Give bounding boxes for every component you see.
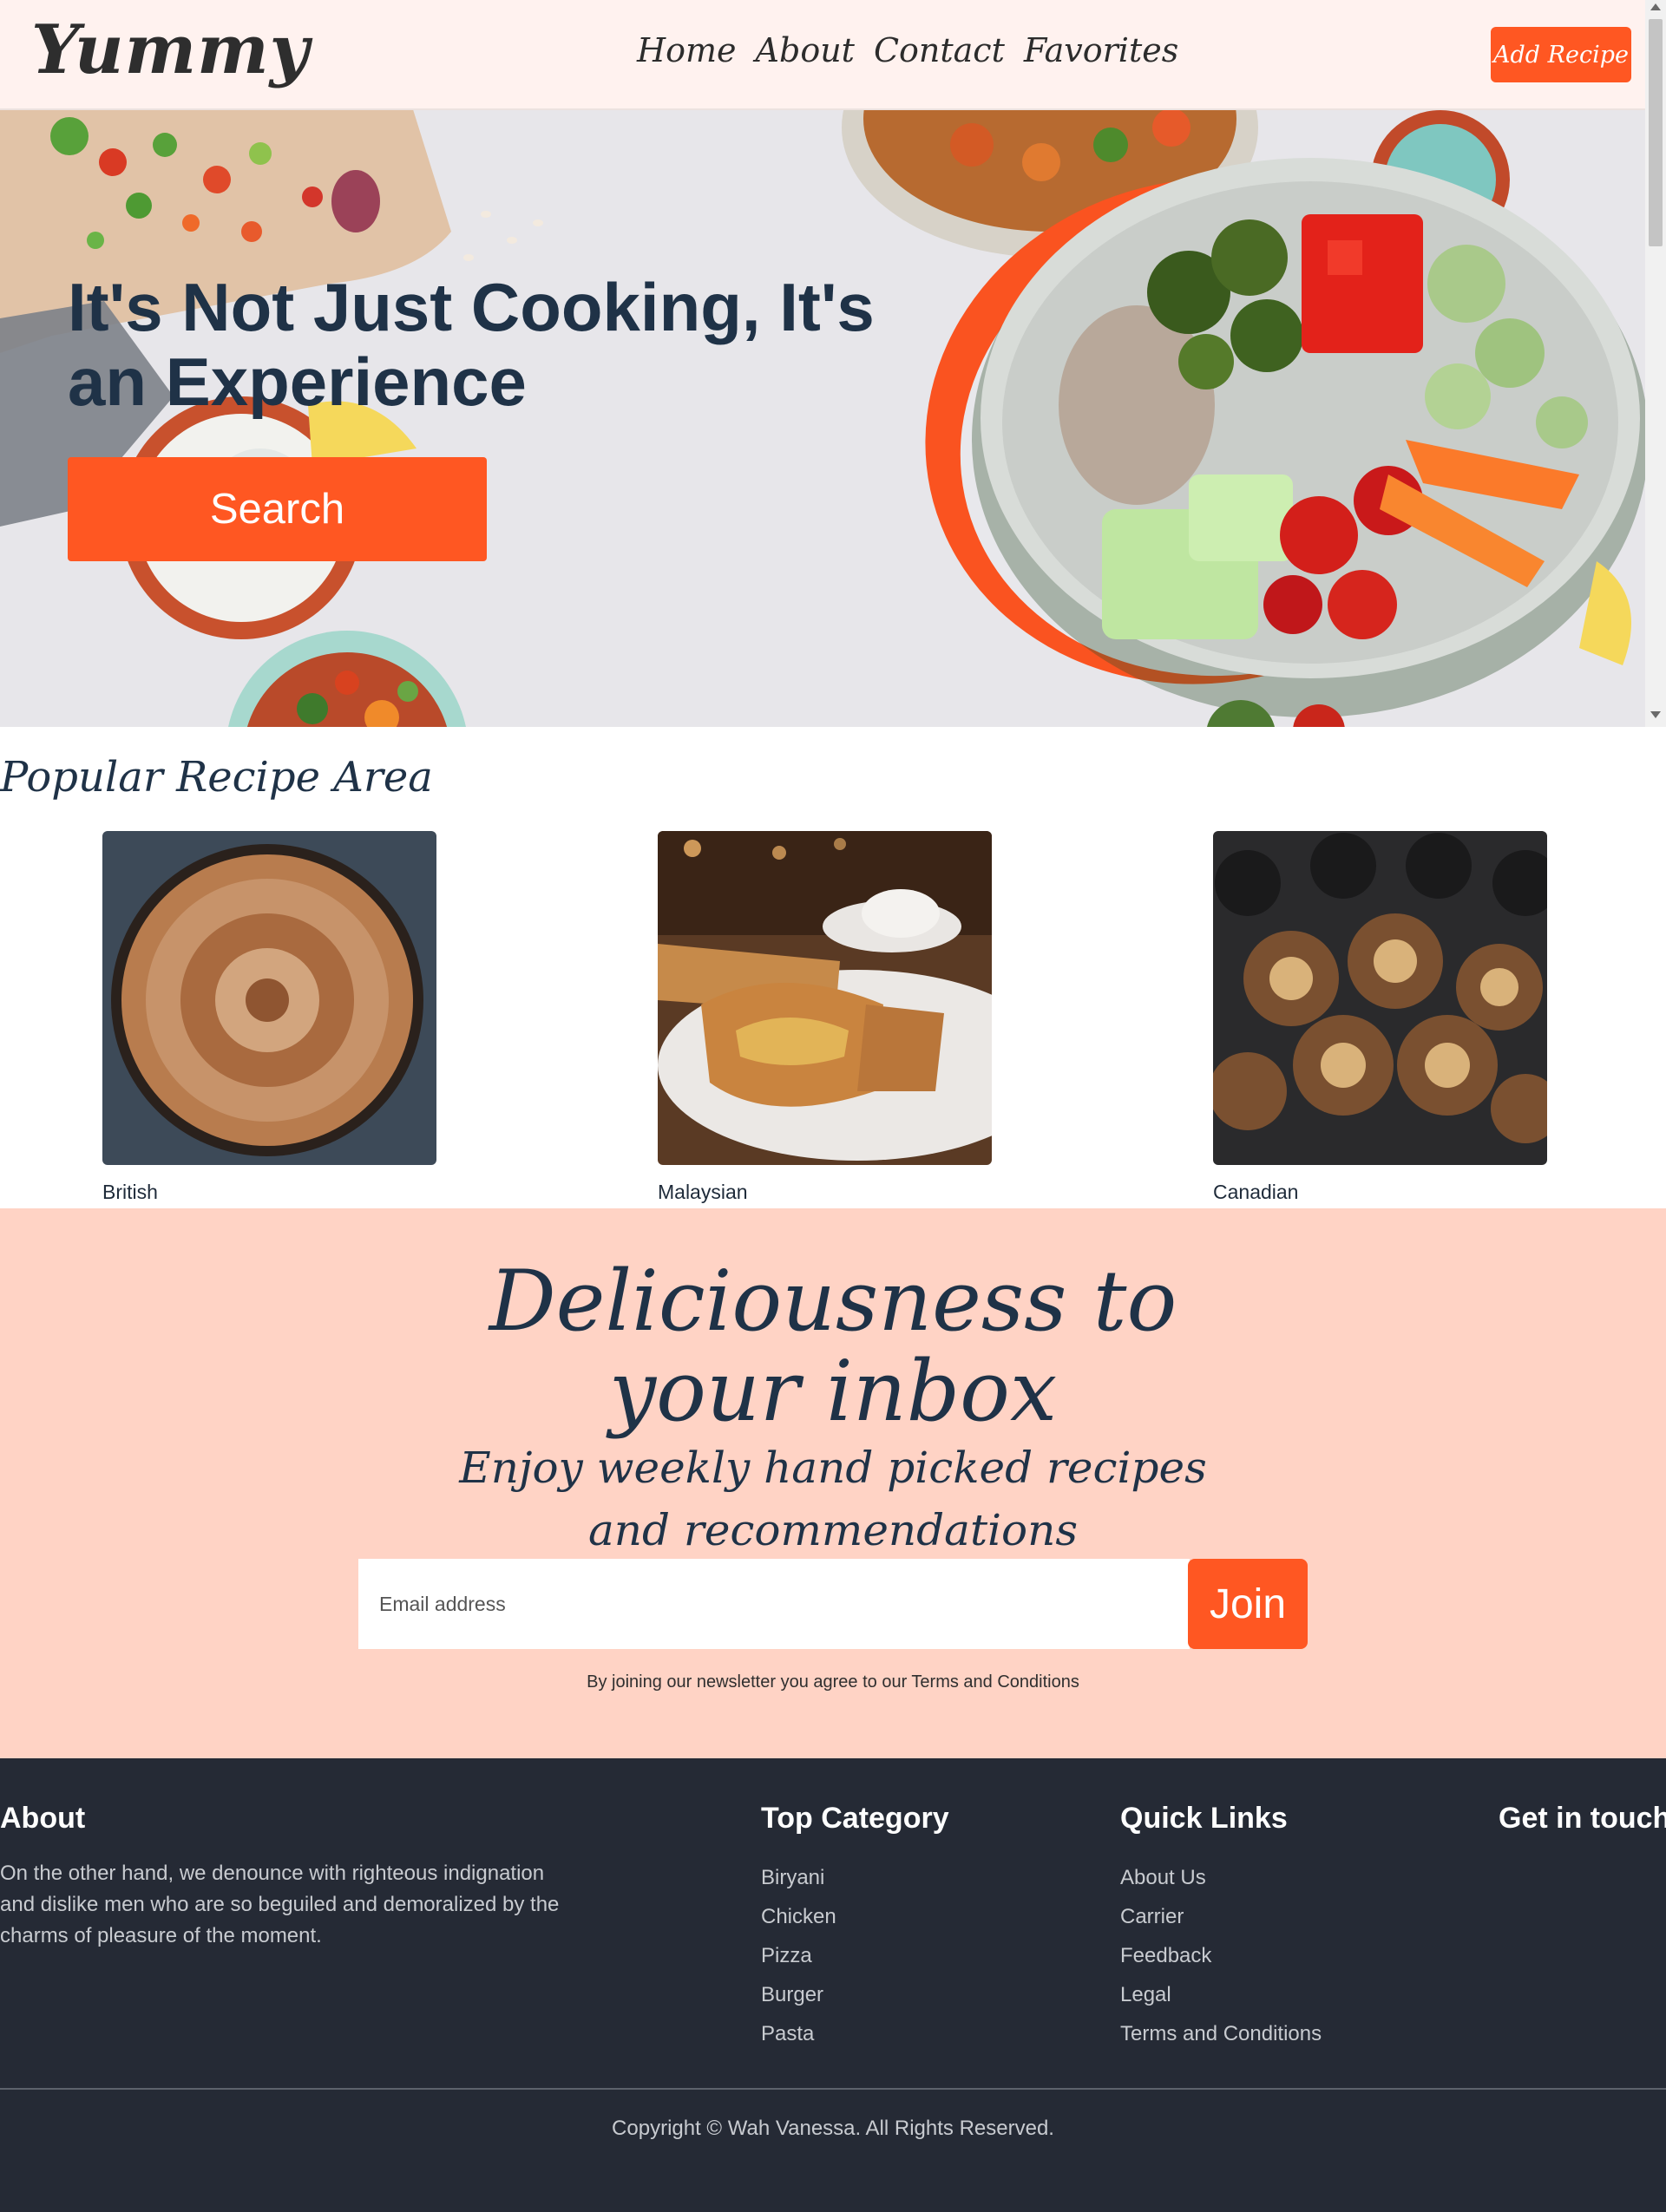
salad-bowl <box>972 158 1645 717</box>
quick-links-list: About Us Carrier Feedback Legal Terms an… <box>1120 1858 1322 2053</box>
logo[interactable]: Yummy <box>31 10 310 89</box>
join-button[interactable]: Join <box>1188 1559 1308 1649</box>
quick-link[interactable]: Carrier <box>1120 1897 1322 1936</box>
footer-quick-links-heading: Quick Links <box>1120 1802 1288 1835</box>
newsletter-section: Deliciousness to your inbox Enjoy weekly… <box>0 1208 1666 1758</box>
hero-title: It's Not Just Cooking, It's an Experienc… <box>68 269 875 420</box>
footer-quick-links: Quick Links About Us Carrier Feedback Le… <box>1120 1802 1322 2053</box>
newsletter-subtitle: Enjoy weekly hand picked recipes and rec… <box>0 1436 1666 1561</box>
hero-section: It's Not Just Cooking, It's an Experienc… <box>0 110 1645 727</box>
footer-get-in-touch-heading: Get in touch <box>1499 1802 1666 1835</box>
recipe-card-label: Malaysian <box>658 1181 748 1203</box>
category-link[interactable]: Chicken <box>761 1897 949 1936</box>
newsletter-title-line2: your inbox <box>608 1343 1058 1440</box>
email-input[interactable] <box>358 1559 1190 1649</box>
malaysian-pancake-image[interactable] <box>658 831 992 1165</box>
category-link[interactable]: Biryani <box>761 1858 949 1897</box>
newsletter-title: Deliciousness to your inbox <box>0 1256 1666 1436</box>
footer-get-in-touch: Get in touch <box>1499 1802 1666 1858</box>
quick-link[interactable]: Feedback <box>1120 1936 1322 1975</box>
canadian-butter-tarts-image[interactable] <box>1213 831 1547 1165</box>
footer-top-category-heading: Top Category <box>761 1802 949 1835</box>
add-recipe-button[interactable]: Add Recipe <box>1491 27 1631 82</box>
navbar: Yummy Home About Contact Favorites Add R… <box>0 0 1645 110</box>
scrollbar-thumb[interactable] <box>1649 19 1663 246</box>
recipe-card-label: Canadian <box>1213 1181 1299 1203</box>
recipe-card-malaysian[interactable]: Malaysian <box>658 831 992 1204</box>
scroll-down-arrow-icon[interactable] <box>1650 711 1661 718</box>
british-tart-image[interactable] <box>102 831 436 1165</box>
top-category-list: Biryani Chicken Pizza Burger Pasta <box>761 1858 949 2053</box>
footer-divider <box>0 2088 1666 2090</box>
category-link[interactable]: Pasta <box>761 2014 949 2053</box>
footer-about-text: On the other hand, we denounce with righ… <box>0 1862 560 1947</box>
quick-link[interactable]: About Us <box>1120 1858 1322 1897</box>
footer-about-heading: About <box>0 1802 86 1835</box>
quick-link[interactable]: Legal <box>1120 1975 1322 2014</box>
recipe-card-label: British <box>102 1181 158 1203</box>
footer: About On the other hand, we denounce wit… <box>0 1758 1666 2212</box>
category-link[interactable]: Burger <box>761 1975 949 2014</box>
scrollbar[interactable] <box>1645 0 1666 727</box>
nav-links: Home About Contact Favorites <box>637 31 1178 69</box>
newsletter-subtitle-line1: Enjoy weekly hand picked recipes <box>459 1443 1207 1493</box>
recipe-card-canadian[interactable]: Canadian <box>1213 831 1547 1204</box>
newsletter-title-line1: Deliciousness to <box>489 1253 1177 1350</box>
nav-about[interactable]: About <box>756 31 855 69</box>
nav-home[interactable]: Home <box>637 31 737 69</box>
category-link[interactable]: Pizza <box>761 1936 949 1975</box>
nav-favorites[interactable]: Favorites <box>1024 31 1178 69</box>
newsletter-terms: By joining our newsletter you agree to o… <box>587 1672 1079 1692</box>
newsletter-subtitle-line2: and recommendations <box>588 1505 1078 1555</box>
scroll-up-arrow-icon[interactable] <box>1650 3 1661 10</box>
copyright-text: Copyright © Wah Vanessa. All Rights Rese… <box>612 2117 1054 2140</box>
footer-top-category: Top Category Biryani Chicken Pizza Burge… <box>761 1802 949 2053</box>
popular-section-title: Popular Recipe Area <box>0 753 433 802</box>
quick-link[interactable]: Terms and Conditions <box>1120 2014 1322 2053</box>
footer-about: About On the other hand, we denounce wit… <box>0 1802 573 1952</box>
nav-contact[interactable]: Contact <box>874 31 1005 69</box>
recipe-card-british[interactable]: British <box>102 831 436 1204</box>
search-button[interactable]: Search <box>68 457 487 561</box>
